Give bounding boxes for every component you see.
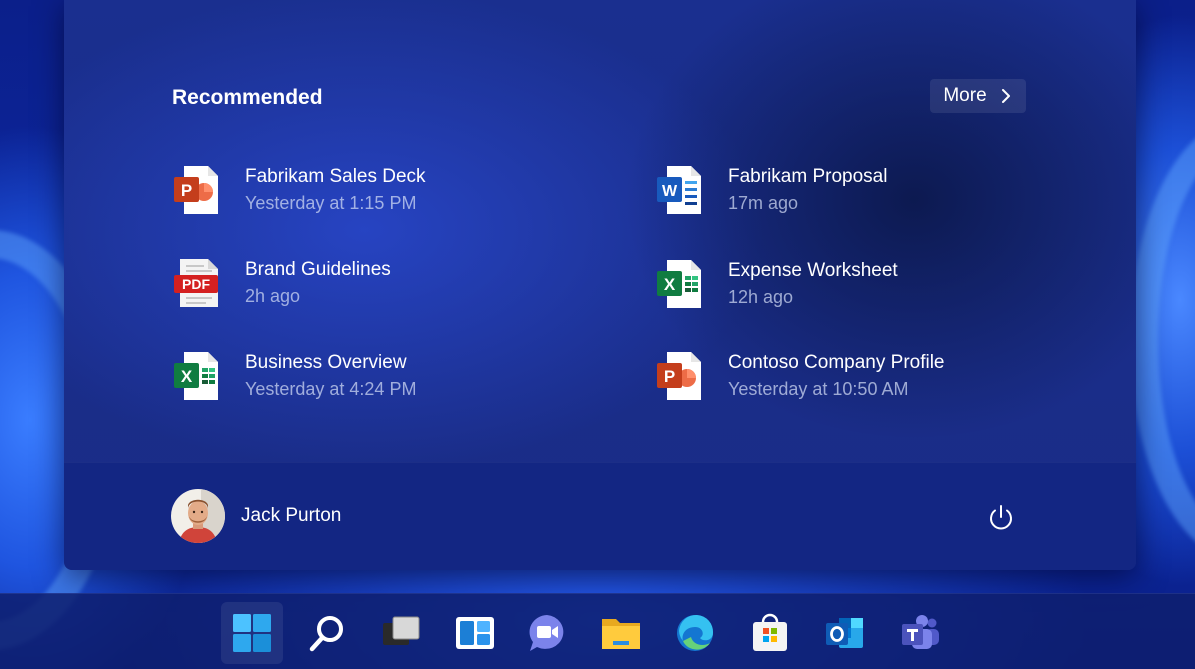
recommended-heading: Recommended [172,86,323,109]
svg-text:P: P [664,367,675,386]
pdf-badge: PDF [182,276,210,292]
file-explorer-icon [602,619,640,649]
edge-icon [677,614,714,651]
search-icon [309,616,343,652]
svg-text:P: P [181,181,192,200]
recommended-item-time: 2h ago [245,286,301,306]
start-icon [233,614,271,652]
teams-icon [902,615,939,649]
power-icon[interactable] [986,503,1016,533]
recommended-item[interactable]: P Fabrikam Sales Deck Yesterday at 1:15 … [172,164,426,216]
widgets-icon [456,617,494,649]
start-button[interactable] [221,602,283,664]
svg-text:X: X [664,275,676,294]
store-icon [753,613,787,651]
recommended-item-name: Expense Worksheet [728,260,898,281]
file-explorer-button[interactable] [590,602,652,664]
store-button[interactable] [739,602,801,664]
recommended-item[interactable]: W Fabrikam Proposal 17m ago [655,164,887,216]
task-view-icon [383,616,420,645]
powerpoint-icon: P [174,166,218,214]
start-menu-footer: Jack Purton [64,462,1136,570]
pdf-icon: PDF [174,259,218,307]
task-view-button[interactable] [370,602,432,664]
taskbar [0,593,1195,669]
recommended-item-name: Brand Guidelines [245,259,391,280]
chevron-right-icon [1001,89,1010,103]
recommended-item-time: 17m ago [728,193,799,213]
recommended-item-time: Yesterday at 10:50 AM [728,379,909,399]
user-name: Jack Purton [241,505,342,526]
recommended-item[interactable]: PDF Brand Guidelines 2h ago [172,257,391,309]
search-button[interactable] [296,602,358,664]
edge-button[interactable] [664,602,726,664]
outlook-icon [826,618,863,648]
svg-text:X: X [181,367,193,386]
recommended-item[interactable]: P Contoso Company Profile Yesterday at 1… [655,350,945,402]
more-label: More [943,85,987,106]
avatar [171,489,225,543]
teams-button[interactable] [889,602,951,664]
recommended-item-name: Contoso Company Profile [728,352,945,373]
excel-icon: X [174,352,218,400]
svg-text:W: W [662,183,678,200]
word-icon: W [657,166,701,214]
recommended-item-name: Business Overview [245,352,407,373]
more-button[interactable]: More [930,79,1026,113]
recommended-item-name: Fabrikam Proposal [728,166,888,187]
recommended-item-time: 12h ago [728,287,794,307]
recommended-item-time: Yesterday at 1:15 PM [245,193,417,213]
outlook-button[interactable] [814,602,876,664]
recommended-item[interactable]: X Expense Worksheet 12h ago [655,258,898,310]
recommended-item[interactable]: X Business Overview Yesterday at 4:24 PM [172,350,416,402]
chat-icon [529,615,564,651]
widgets-button[interactable] [443,602,505,664]
powerpoint-icon: P [657,352,701,400]
user-account-button[interactable]: Jack Purton [171,489,341,543]
chat-button[interactable] [516,602,578,664]
excel-icon: X [657,260,701,308]
recommended-item-time: Yesterday at 4:24 PM [245,379,417,399]
start-menu: Recommended More P Fabrikam Sales Deck Y… [64,0,1136,570]
recommended-item-name: Fabrikam Sales Deck [245,166,426,187]
